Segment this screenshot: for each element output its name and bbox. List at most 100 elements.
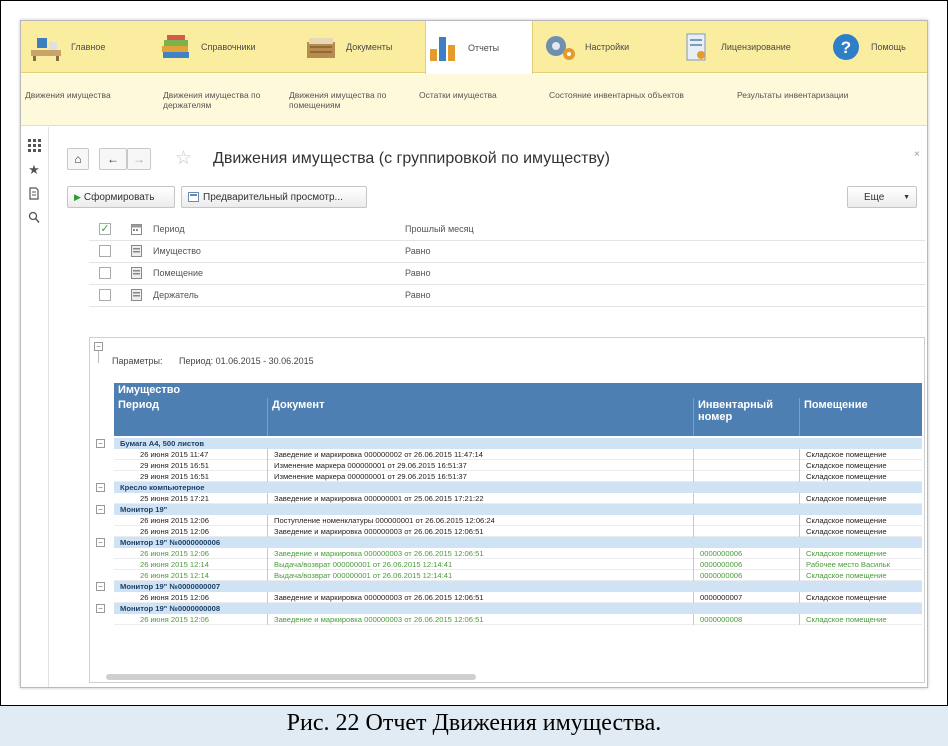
group-row[interactable]: Монитор 19" №0000000006 (114, 537, 922, 548)
filter-value[interactable]: Равно (405, 246, 430, 256)
close-icon[interactable]: × (914, 149, 920, 160)
horizontal-scrollbar[interactable] (106, 674, 476, 680)
play-icon: ▶ (74, 191, 81, 202)
favorite-star-icon[interactable]: ☆ (175, 147, 192, 170)
subnav-item-balances[interactable]: Остатки имущества (419, 90, 519, 100)
generate-button[interactable]: ▶ Сформировать (67, 186, 175, 208)
room-checkbox[interactable] (99, 267, 111, 279)
forward-button[interactable]: → (127, 148, 151, 170)
group-collapse-toggle[interactable]: − (96, 439, 105, 448)
filter-name: Держатель (153, 290, 199, 300)
table-row[interactable]: 26 июня 2015 12:14 Выдача/возврат 0000000… (114, 559, 922, 570)
filter-value[interactable]: Прошлый месяц (405, 224, 474, 234)
table-row[interactable]: 26 июня 2015 12:06 Поступление номенклату… (114, 515, 922, 526)
cell-document: Поступление номенклатуры 000000001 от 26… (268, 515, 694, 526)
group-row[interactable]: Монитор 19" (114, 504, 922, 515)
group-collapse-toggle[interactable]: − (96, 604, 105, 613)
group-name: Монитор 19" №0000000006 (120, 538, 221, 547)
cell-period: 26 июня 2015 12:06 (114, 548, 268, 559)
group-row[interactable]: Монитор 19" №0000000008 (114, 603, 922, 614)
section-licensing[interactable]: Лицензирование (679, 21, 819, 73)
favorites-star-icon[interactable]: ★ (27, 163, 41, 177)
vertical-scrollbar[interactable] (924, 360, 925, 460)
group-row[interactable]: Кресло компьютерное (114, 482, 922, 493)
section-help[interactable]: ? Помощь (829, 21, 925, 73)
cell-room: Складское помещение (806, 615, 887, 624)
search-icon[interactable] (27, 211, 41, 225)
section-reports[interactable]: Отчеты (425, 21, 533, 74)
cell-document: Выдача/возврат 000000001 от 26.06.2015 1… (268, 559, 694, 570)
cell-room: Складское помещение (806, 549, 887, 558)
collapse-params-toggle[interactable]: − (94, 342, 103, 351)
catalog-icon (131, 289, 142, 301)
preview-button[interactable]: Предварительный просмотр... (181, 186, 367, 208)
table-row[interactable]: 25 июня 2015 17:21 Заведение и маркировка… (114, 493, 922, 504)
generate-button-label: Сформировать (83, 191, 155, 203)
report-params: Параметры: Период: 01.06.2015 - 30.06.20… (112, 356, 328, 366)
subnav-item-inventory-results[interactable]: Результаты инвентаризации (737, 90, 922, 100)
section-main-label: Главное (71, 42, 106, 52)
report-document[interactable]: − Параметры: Период: 01.06.2015 - 30.06.… (89, 337, 925, 683)
books-icon (162, 35, 189, 58)
cell-period: 25 июня 2015 17:21 (114, 493, 268, 504)
catalog-icon (131, 267, 142, 279)
group-row[interactable]: Монитор 19" №0000000007 (114, 581, 922, 592)
property-checkbox[interactable] (99, 245, 111, 257)
filter-row-holder: Держатель Равно (89, 285, 925, 307)
group-collapse-toggle[interactable]: − (96, 483, 105, 492)
filter-row-period: ✓ Период Прошлый месяц (89, 219, 925, 241)
subnav-item-inventory-state[interactable]: Состояние инвентарных объектов (549, 90, 727, 100)
group-header-cell: Имущество (118, 384, 181, 396)
back-button[interactable]: ← (99, 148, 127, 170)
table-row[interactable]: 26 июня 2015 12:06 Заведение и маркировка… (114, 614, 922, 625)
period-checkbox[interactable]: ✓ (99, 223, 111, 235)
table-header-row: Период Документ Инвентарный номер Помеще… (114, 398, 922, 436)
table-row[interactable]: 29 июня 2015 16:51 Изменение маркера 0000… (114, 460, 922, 471)
cell-room: Складское помещение (806, 450, 887, 459)
section-catalogs[interactable]: Справочники (159, 21, 294, 73)
group-collapse-toggle[interactable]: − (96, 582, 105, 591)
gears-icon (546, 36, 575, 60)
dropdown-arrow-icon: ▼ (903, 193, 910, 201)
subnav-item-by-rooms[interactable]: Движения имущества по помещениям (289, 90, 401, 110)
home-button[interactable]: ⌂ (67, 148, 89, 170)
cell-inventory-number (694, 460, 800, 471)
cell-inventory-number (694, 449, 800, 460)
grid-menu-icon[interactable] (27, 139, 41, 153)
documents-icon (307, 38, 335, 58)
column-header-inventory-number: Инвентарный номер (694, 398, 800, 436)
table-row[interactable]: 26 июня 2015 11:47 Заведение и маркировка… (114, 449, 922, 460)
filter-value[interactable]: Равно (405, 268, 430, 278)
section-settings[interactable]: Настройки (543, 21, 663, 73)
filter-value[interactable]: Равно (405, 290, 430, 300)
cell-room: Складское помещение (806, 516, 887, 525)
group-name: Монитор 19" №0000000007 (120, 582, 221, 591)
group-name: Монитор 19" (120, 505, 168, 514)
cell-room: Складское помещение (806, 571, 887, 580)
subnav-item-by-holders[interactable]: Движения имущества по держателям (163, 90, 271, 110)
table-row[interactable]: 26 июня 2015 12:06 Заведение и маркировка… (114, 548, 922, 559)
section-documents[interactable]: Документы (304, 21, 419, 73)
subnav-item-movements[interactable]: Движения имущества (25, 90, 155, 100)
table-row[interactable]: 26 июня 2015 12:14 Выдача/возврат 0000000… (114, 570, 922, 581)
more-button-label: Еще (864, 191, 885, 203)
cell-document: Заведение и маркировка 000000003 от 26.0… (268, 548, 694, 559)
group-collapse-toggle[interactable]: − (96, 505, 105, 514)
table-row[interactable]: 26 июня 2015 12:06 Заведение и маркировка… (114, 592, 922, 603)
group-collapse-toggle[interactable]: − (96, 538, 105, 547)
cell-period: 26 июня 2015 12:06 (114, 526, 268, 537)
table-row[interactable]: 26 июня 2015 12:06 Заведение и маркировка… (114, 526, 922, 537)
more-button[interactable]: Еще ▼ (847, 186, 917, 208)
preview-button-label: Предварительный просмотр... (203, 191, 343, 203)
cell-document: Выдача/возврат 000000001 от 26.06.2015 1… (268, 570, 694, 581)
table-row[interactable]: 29 июня 2015 16:51 Изменение маркера 0000… (114, 471, 922, 482)
section-main[interactable]: Главное (29, 21, 149, 73)
cell-document: Заведение и маркировка 000000003 от 26.0… (268, 592, 694, 603)
sections-panel: Главное Справочники Документы Отчеты Нас… (21, 21, 927, 74)
holder-checkbox[interactable] (99, 289, 111, 301)
group-name: Бумага А4, 500 листов (120, 439, 205, 448)
cell-document: Изменение маркера 000000001 от 29.06.201… (268, 460, 694, 471)
cell-document: Заведение и маркировка 000000003 от 26.0… (268, 526, 694, 537)
group-row[interactable]: Бумага А4, 500 листов (114, 438, 922, 449)
history-icon[interactable] (27, 187, 41, 201)
